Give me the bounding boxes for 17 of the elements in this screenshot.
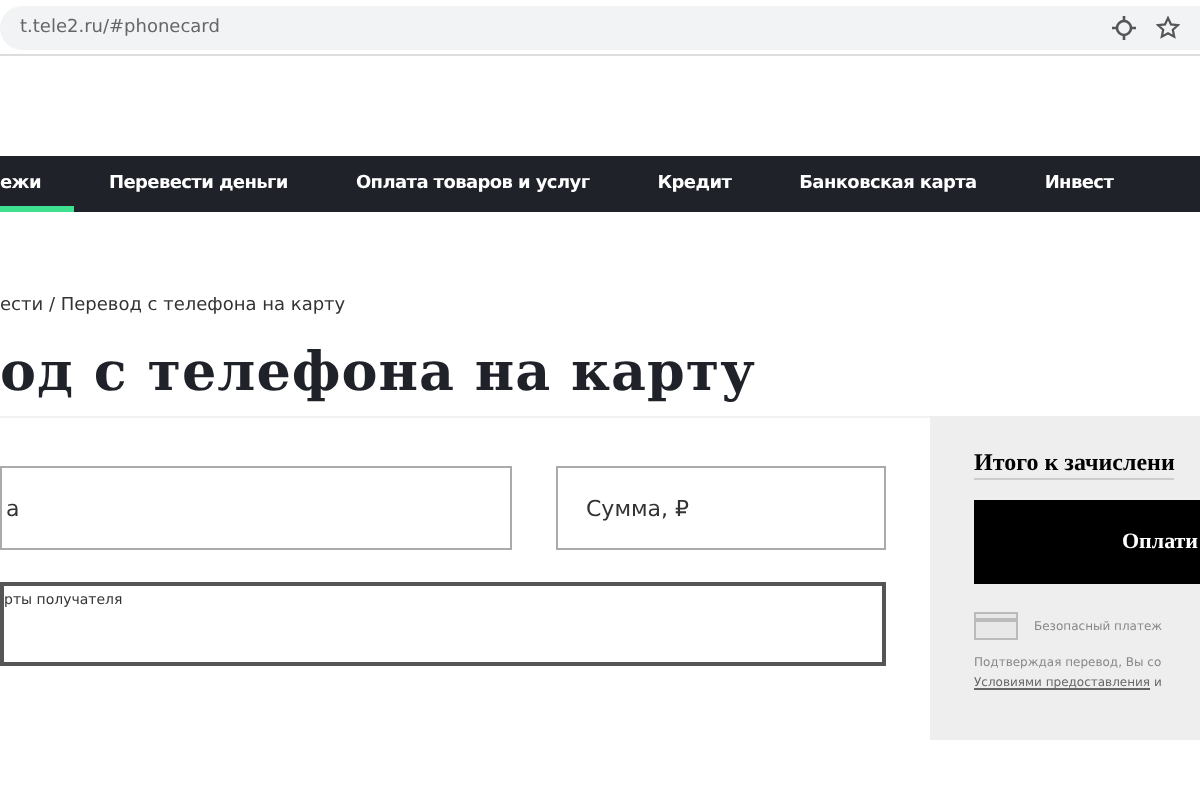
address-bar[interactable]: t.tele2.ru/#phonecard (0, 6, 1200, 50)
nav-tab[interactable]: Оплата товаров и услуг (321, 156, 624, 212)
nav-tab[interactable]: Инвест (1010, 156, 1148, 212)
card-icon (974, 612, 1018, 640)
phone-field[interactable]: а (0, 466, 512, 550)
star-icon[interactable] (1156, 16, 1180, 40)
url-text: t.tele2.ru/#phonecard (20, 18, 222, 38)
amount-field[interactable]: Сумма, ₽ (556, 466, 886, 550)
target-icon[interactable] (1112, 16, 1136, 40)
nav-tab[interactable]: Банковская карта (765, 156, 1011, 212)
nav-tab[interactable]: Кредит (623, 156, 766, 212)
summary-title: Итого к зачислени (974, 448, 1175, 480)
nav-tab[interactable]: ежи (0, 156, 75, 212)
pay-button[interactable]: Оплати (974, 500, 1200, 584)
nav-tab[interactable]: Перевести деньги (74, 156, 322, 212)
page-title: од с телефона на карту (0, 340, 758, 408)
breadcrumb: ести / Перевод с телефона на карту (0, 296, 348, 316)
